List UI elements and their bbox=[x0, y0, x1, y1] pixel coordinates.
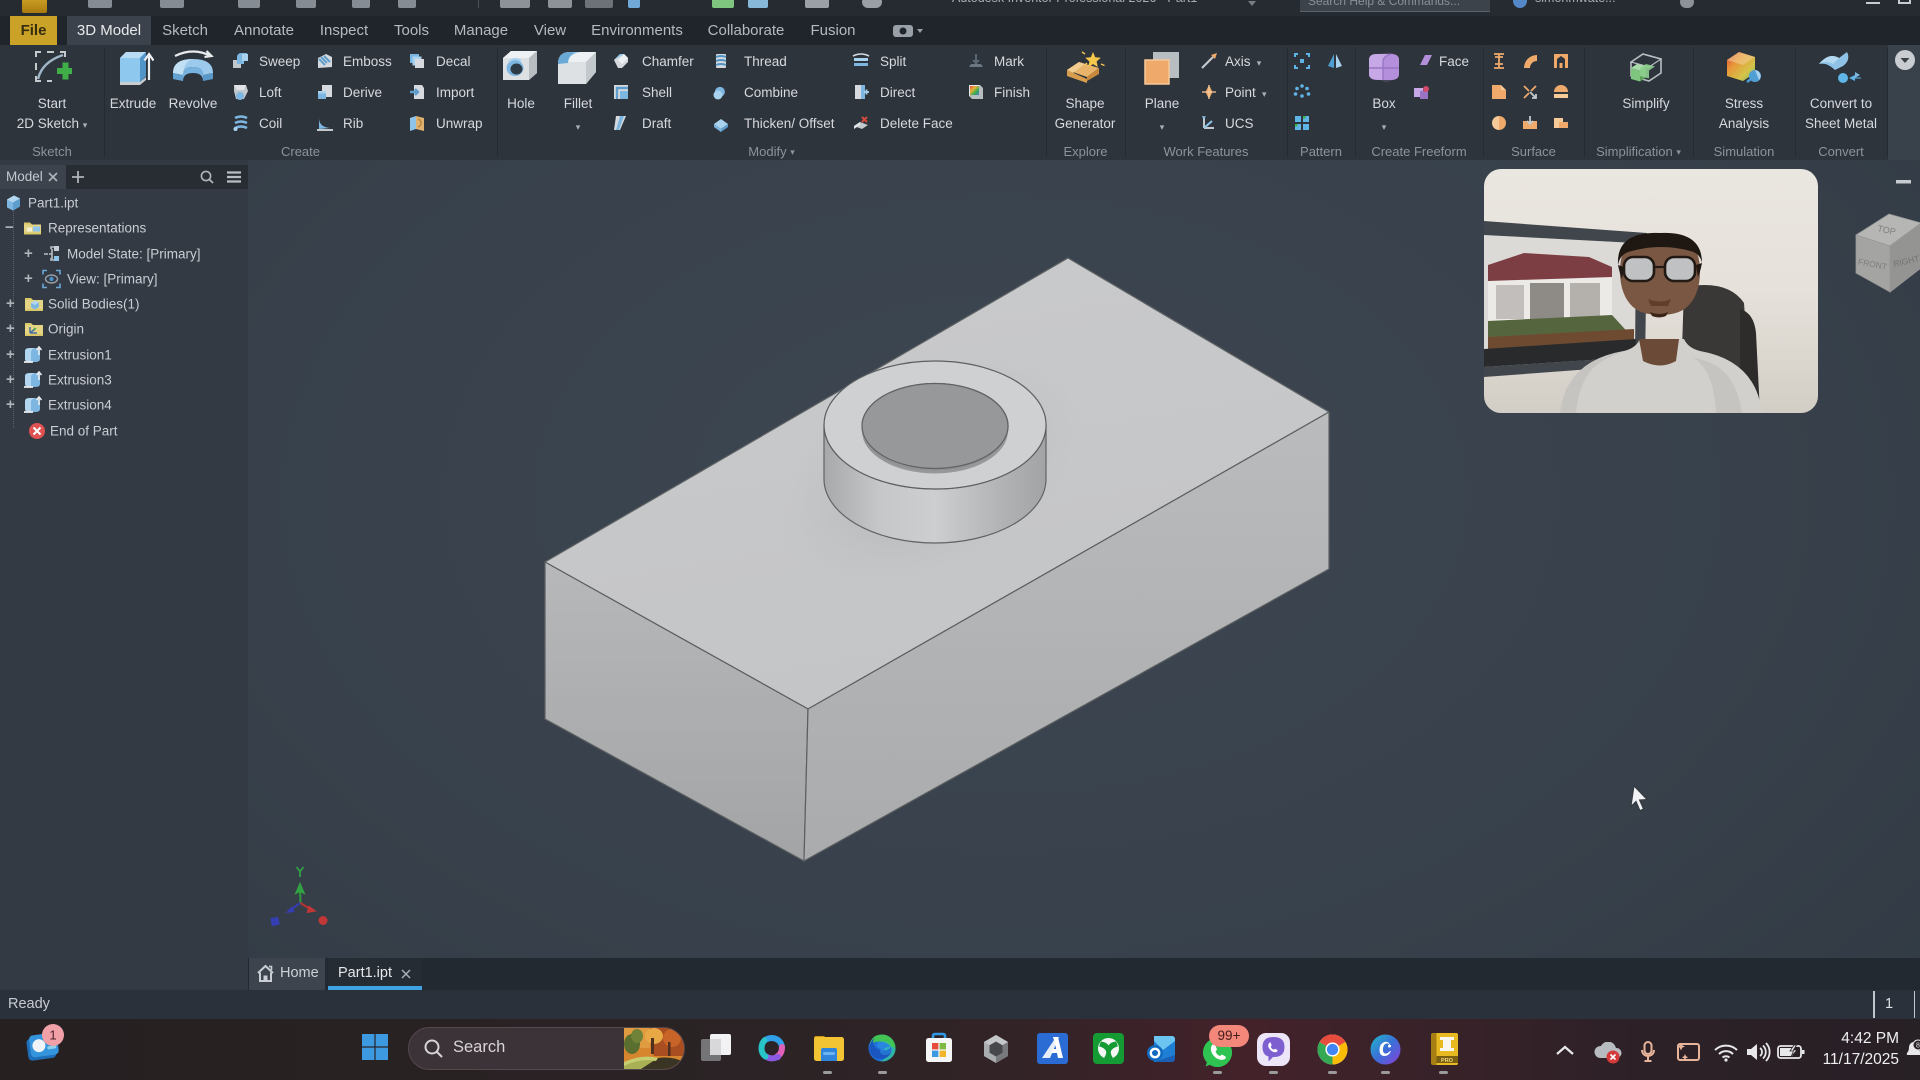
svg-text:1: 1 bbox=[49, 1028, 56, 1043]
svg-text:PRO: PRO bbox=[1441, 1058, 1454, 1064]
svg-text:8: 8 bbox=[1916, 1043, 1920, 1050]
